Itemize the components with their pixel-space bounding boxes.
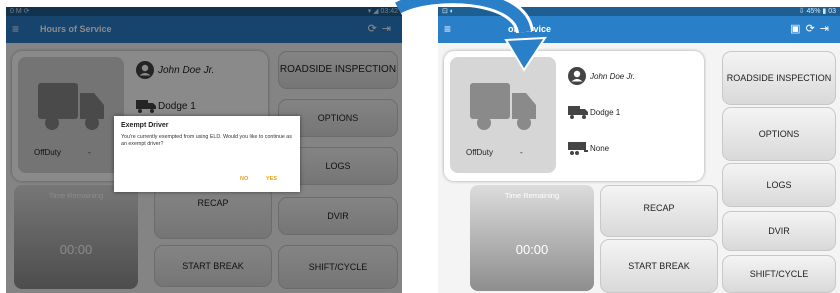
left-screenshot: 0 M ⟳ ▾ ◢ 03:42 ≡ Hours of Service ⟳⇥ Of… — [6, 7, 402, 293]
trailer-row: None — [568, 141, 609, 157]
status-icons-left: ⊡ ◐ — [442, 8, 455, 15]
dvir-button[interactable]: DVIR — [722, 211, 836, 251]
vehicle-row: Dodge 1 — [568, 105, 620, 121]
menu-icon[interactable]: ≡ — [444, 22, 451, 36]
driver-card: OffDuty - John Doe Jr. Dodge 1 None — [444, 51, 704, 181]
dialog-title: Exempt Driver — [121, 122, 169, 129]
app-title: of Service — [508, 24, 552, 34]
status-bar: ⊡ ◐ ⇩ 45% ▮ 03 — [438, 7, 840, 16]
vehicle-name: Dodge 1 — [590, 108, 621, 118]
duty-status: OffDuty — [466, 148, 493, 157]
bluetooth-device-icon[interactable]: ▣ — [790, 23, 805, 35]
logs-button[interactable]: LOGS — [722, 163, 836, 207]
trailer-icon — [568, 141, 590, 157]
options-button[interactable]: OPTIONS — [722, 107, 836, 161]
dialog-message: You're currently exempted from using ELD… — [121, 134, 292, 147]
exempt-driver-dialog: Exempt Driver You're currently exempted … — [114, 116, 300, 192]
app-bar: ≡ of Service ▣⟳⇥ — [438, 16, 840, 43]
no-button[interactable]: NO — [240, 176, 248, 182]
vehicle-icon — [568, 105, 590, 121]
recap-button[interactable]: RECAP — [600, 185, 718, 237]
logout-icon[interactable]: ⇥ — [820, 23, 834, 35]
person-icon — [568, 67, 590, 87]
trailer-name: None — [590, 144, 610, 154]
refresh-icon[interactable]: ⟳ — [806, 23, 820, 35]
time-remaining-label: Time Remaining — [504, 191, 560, 200]
time-remaining-value: 00:00 — [515, 242, 549, 257]
driver-row: John Doe Jr. — [568, 67, 635, 87]
time-remaining-box: Time Remaining 00:00 — [470, 185, 594, 291]
duty-time: - — [520, 148, 523, 157]
roadside-inspection-button[interactable]: ROADSIDE INSPECTION — [722, 51, 836, 105]
start-break-button[interactable]: START BREAK — [600, 239, 718, 293]
yes-button[interactable]: YES — [266, 176, 277, 182]
driver-name: John Doe Jr. — [590, 72, 636, 82]
truck-icon — [470, 83, 536, 130]
right-screenshot: ⊡ ◐ ⇩ 45% ▮ 03 ≡ of Service ▣⟳⇥ OffDuty … — [438, 7, 840, 293]
truck-status-box[interactable]: OffDuty - — [450, 57, 556, 173]
status-icons-right: ⇩ 45% ▮ 03 — [798, 8, 836, 15]
shift-cycle-button[interactable]: SHIFT/CYCLE — [722, 255, 836, 293]
appbar-actions: ▣⟳⇥ — [790, 22, 834, 35]
